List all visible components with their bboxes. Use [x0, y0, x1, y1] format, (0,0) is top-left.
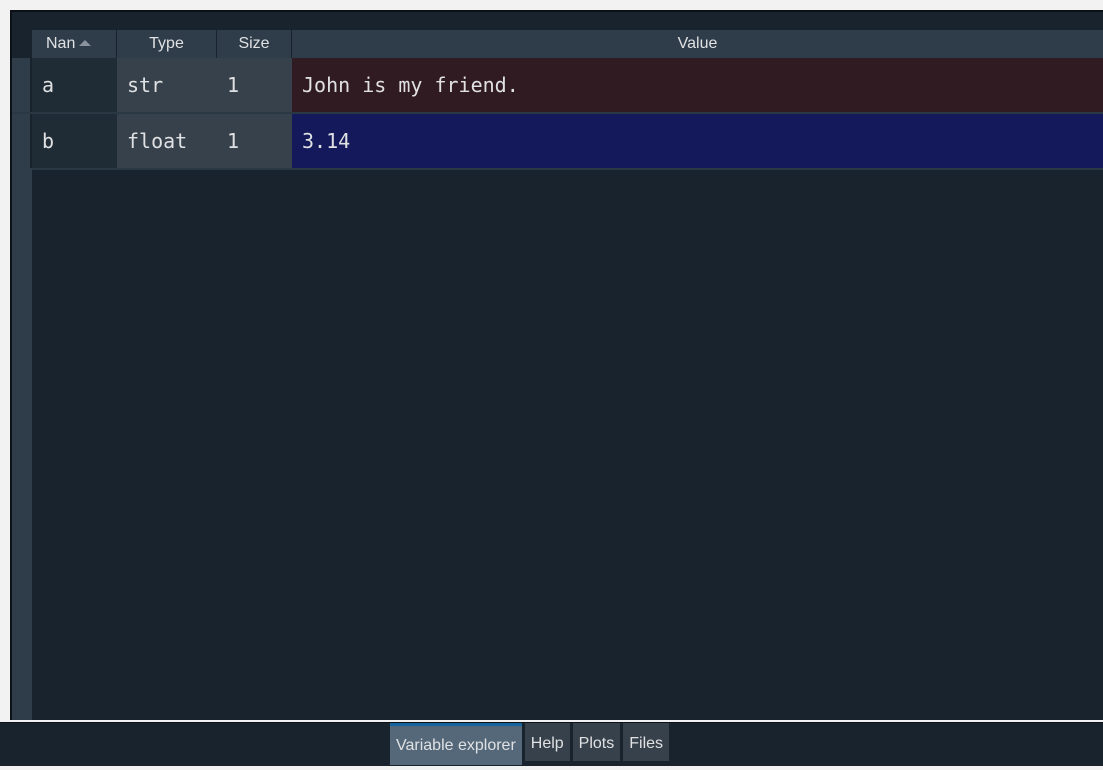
cell-value[interactable]: 3.14 — [292, 114, 1103, 168]
column-header-name-label: Nan — [46, 35, 76, 52]
column-header-value[interactable]: Value — [292, 30, 1103, 58]
cell-name[interactable]: b — [32, 114, 117, 168]
cell-size[interactable]: 1 — [217, 58, 292, 112]
tab-files[interactable]: Files — [623, 723, 670, 761]
bottom-edge — [0, 766, 1103, 770]
cell-type[interactable]: str — [117, 58, 217, 112]
column-header-size[interactable]: Size — [217, 30, 292, 58]
column-header-value-label: Value — [677, 35, 718, 52]
tab-plots[interactable]: Plots — [572, 723, 621, 761]
pane-tab-bar: Variable explorer Help Plots Files — [0, 722, 1103, 770]
pane-tabs: Variable explorer Help Plots Files — [390, 723, 672, 765]
column-header-size-label: Size — [238, 35, 270, 52]
column-header-type[interactable]: Type — [117, 30, 217, 58]
table-header: Nan Type Size Value — [12, 30, 1103, 58]
sort-ascending-icon — [79, 40, 92, 46]
table-body: a str 1 John is my friend. b float 1 3.1… — [12, 58, 1103, 170]
column-header-name[interactable]: Nan — [32, 30, 117, 58]
tab-help[interactable]: Help — [524, 723, 570, 761]
variable-table: Nan Type Size Value a str 1 John is my f… — [12, 12, 1103, 720]
vertical-header-bar — [12, 168, 32, 720]
row-header[interactable] — [12, 58, 32, 112]
cell-name[interactable]: a — [32, 58, 117, 112]
column-header-type-label: Type — [149, 35, 184, 52]
cell-value[interactable]: John is my friend. — [292, 58, 1103, 112]
row-header[interactable] — [12, 114, 32, 168]
header-corner — [12, 30, 32, 58]
cell-type[interactable]: float — [117, 114, 217, 168]
table-row[interactable]: b float 1 3.14 — [12, 114, 1103, 170]
variable-explorer-pane: Nan Type Size Value a str 1 John is my f… — [10, 10, 1103, 720]
table-row[interactable]: a str 1 John is my friend. — [12, 58, 1103, 114]
tab-variable-explorer[interactable]: Variable explorer — [390, 723, 522, 765]
cell-size[interactable]: 1 — [217, 114, 292, 168]
